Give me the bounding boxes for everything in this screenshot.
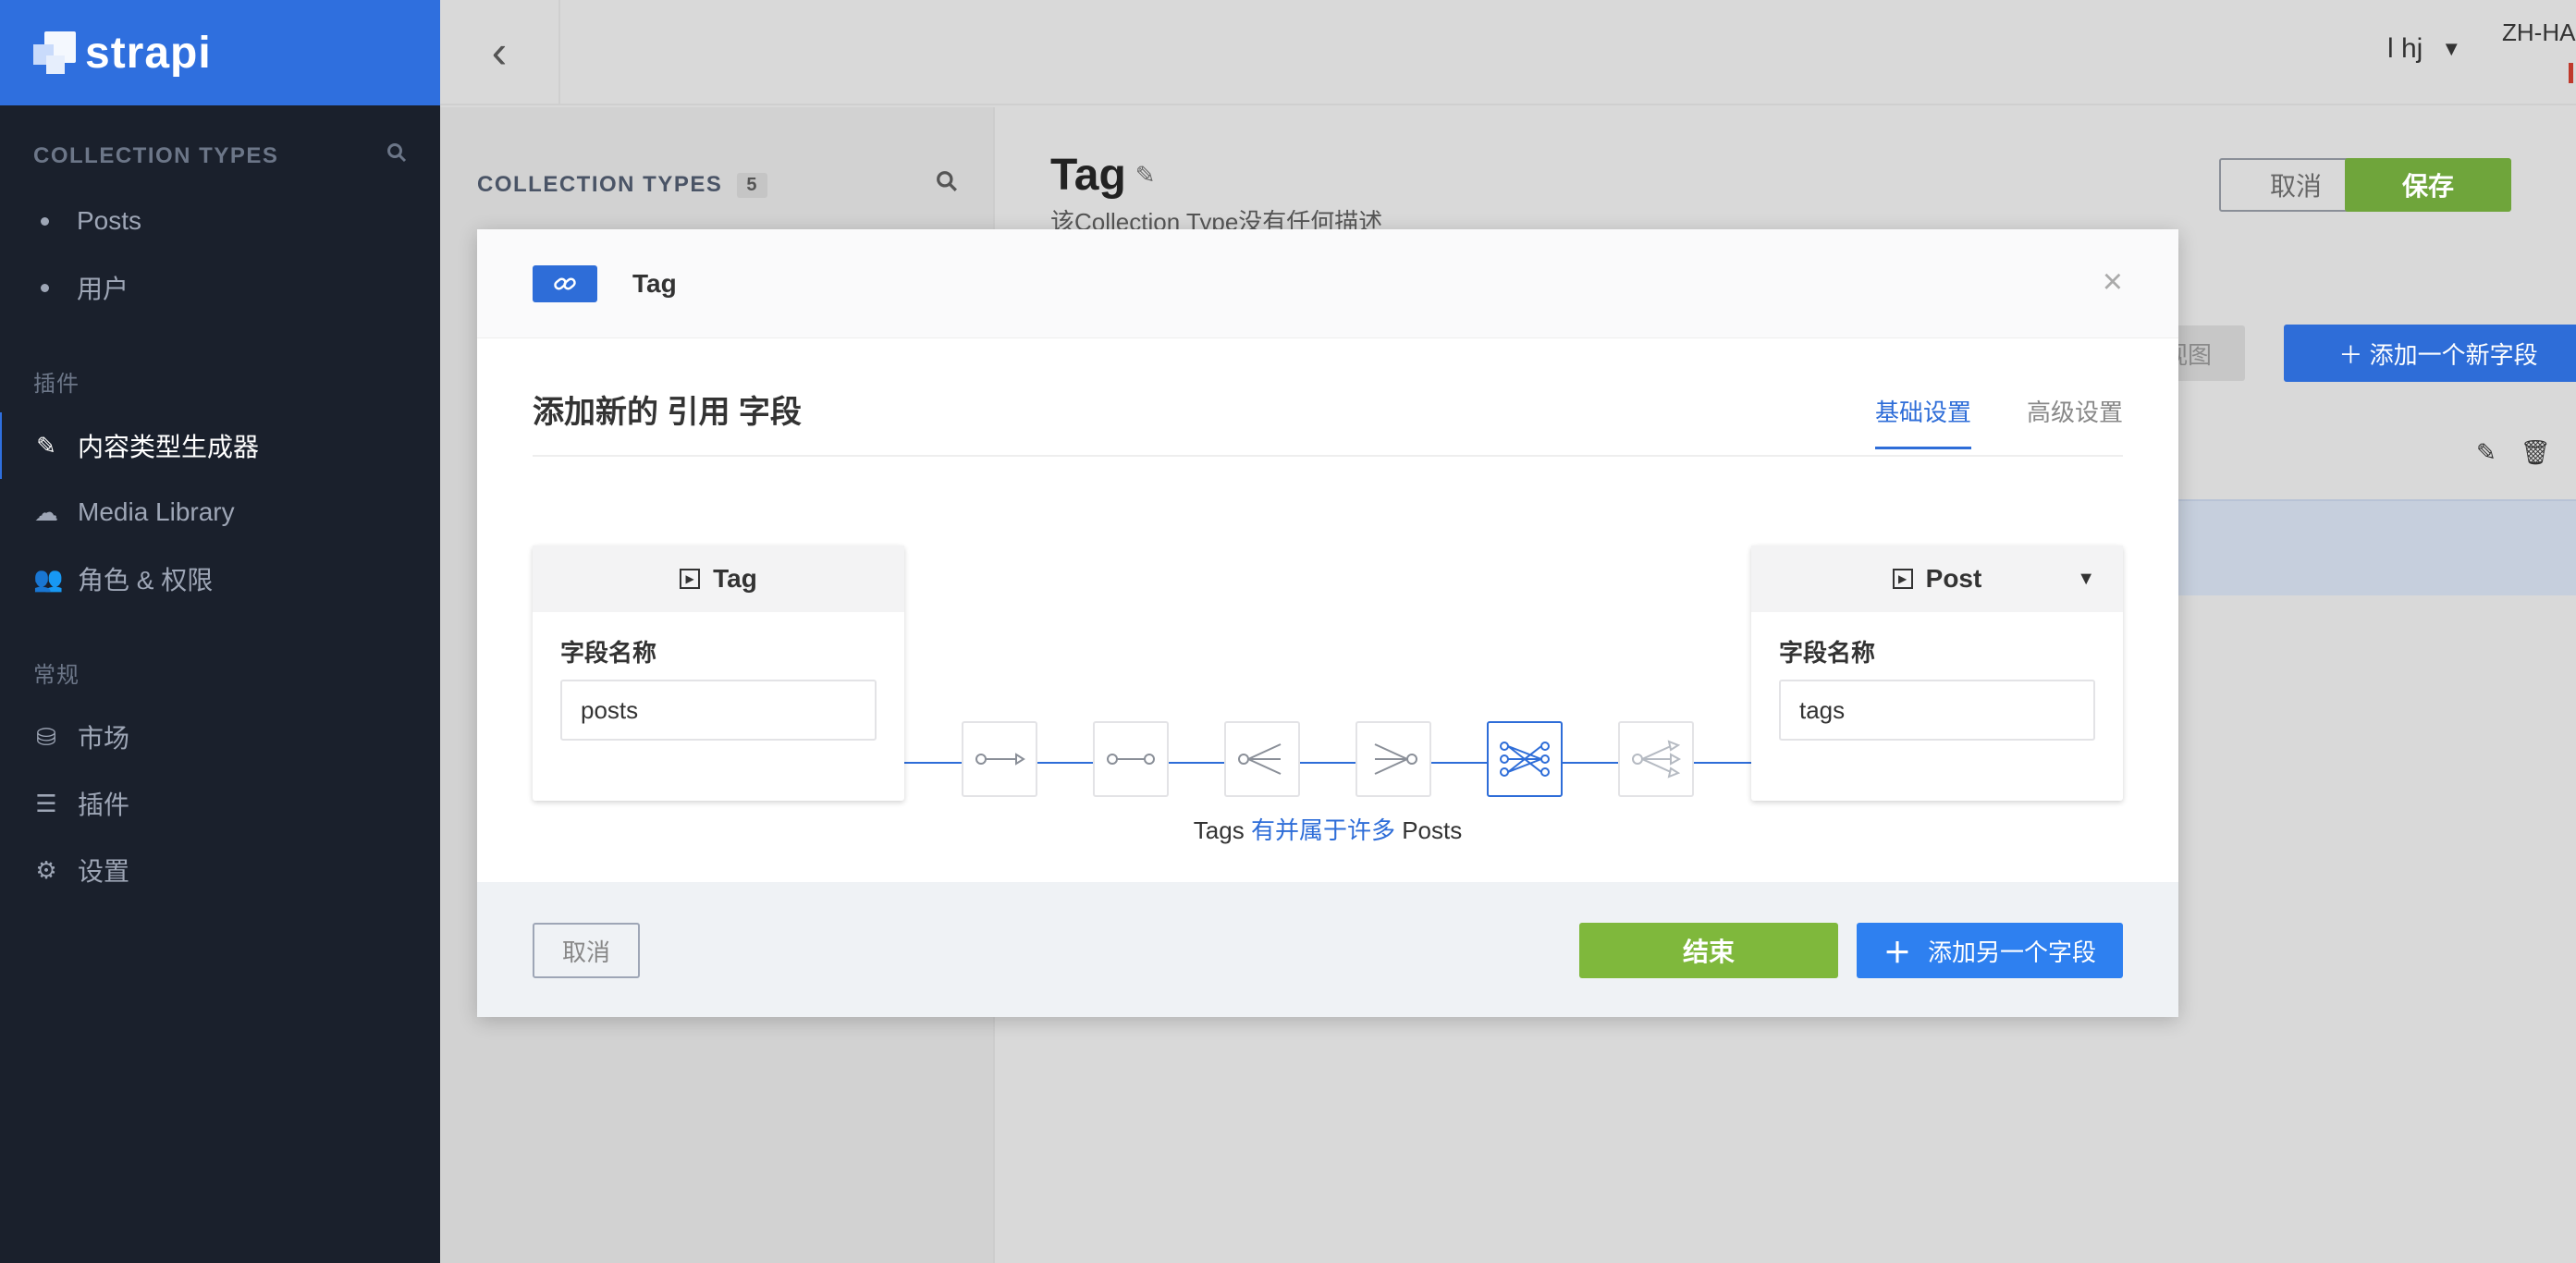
modal-heading: 添加新的 引用 字段 xyxy=(533,395,802,430)
tab-basic-settings[interactable]: 基础设置 xyxy=(1874,394,1971,449)
one-to-many-relation-icon xyxy=(1238,743,1282,775)
content-type-icon: ▶ xyxy=(680,569,701,589)
right-card-header[interactable]: ▶ Post ▼ xyxy=(1751,546,2123,612)
relation-editor: ▶ Tag 字段名称 posts Tags 有并属于许多 Posts ▶ Pos… xyxy=(477,457,2178,882)
relation-many-way-button[interactable] xyxy=(1618,721,1694,797)
caret-down-icon[interactable]: ▼ xyxy=(2077,569,2095,590)
tab-advanced-settings[interactable]: 高级设置 xyxy=(2027,394,2123,449)
relation-many-to-one-button[interactable] xyxy=(1355,721,1431,797)
modal-subheader: 添加新的 引用 字段 基础设置 高级设置 xyxy=(533,338,2123,457)
link-icon xyxy=(533,264,597,302)
relation-one-to-many-button[interactable] xyxy=(1224,721,1300,797)
left-field-name-input[interactable]: posts xyxy=(560,680,877,741)
relation-many-to-many-button[interactable] xyxy=(1487,721,1563,797)
settings-tabs: 基础设置 高级设置 xyxy=(1820,394,2123,449)
one-to-one-relation-icon xyxy=(1107,754,1155,765)
relation-description: Tags 有并属于许多 Posts xyxy=(1193,816,1463,844)
modal-header: Tag × xyxy=(477,229,2178,338)
modal-footer: 取消 结束 ＋ 添加另一个字段 xyxy=(477,882,2178,1017)
relation-one-to-one-button[interactable] xyxy=(1093,721,1169,797)
one-way-relation-icon xyxy=(975,753,1025,766)
right-relation-card: ▶ Post ▼ 字段名称 tags xyxy=(1751,546,2123,801)
modal-cancel-button[interactable]: 取消 xyxy=(533,923,640,978)
field-name-label: 字段名称 xyxy=(1779,639,1876,667)
plus-icon: ＋ xyxy=(1883,938,1911,969)
right-field-name-input[interactable]: tags xyxy=(1779,680,2095,741)
left-relation-card: ▶ Tag 字段名称 posts xyxy=(533,546,904,801)
field-name-label: 字段名称 xyxy=(560,639,657,667)
finish-button[interactable]: 结束 xyxy=(1579,923,1838,978)
modal-title: Tag xyxy=(632,268,677,298)
add-another-field-button[interactable]: ＋ 添加另一个字段 xyxy=(1857,923,2123,978)
relation-modal: Tag × 添加新的 引用 字段 基础设置 高级设置 ▶ Tag 字段名称 po… xyxy=(477,229,2178,1017)
many-way-relation-icon xyxy=(1632,740,1682,779)
content-type-icon: ▶ xyxy=(1892,569,1913,589)
left-card-header: ▶ Tag xyxy=(533,546,904,612)
many-to-many-relation-icon xyxy=(1500,742,1550,777)
many-to-one-relation-icon xyxy=(1374,743,1417,775)
close-icon[interactable]: × xyxy=(2103,263,2123,302)
relation-one-way-button[interactable] xyxy=(962,721,1037,797)
